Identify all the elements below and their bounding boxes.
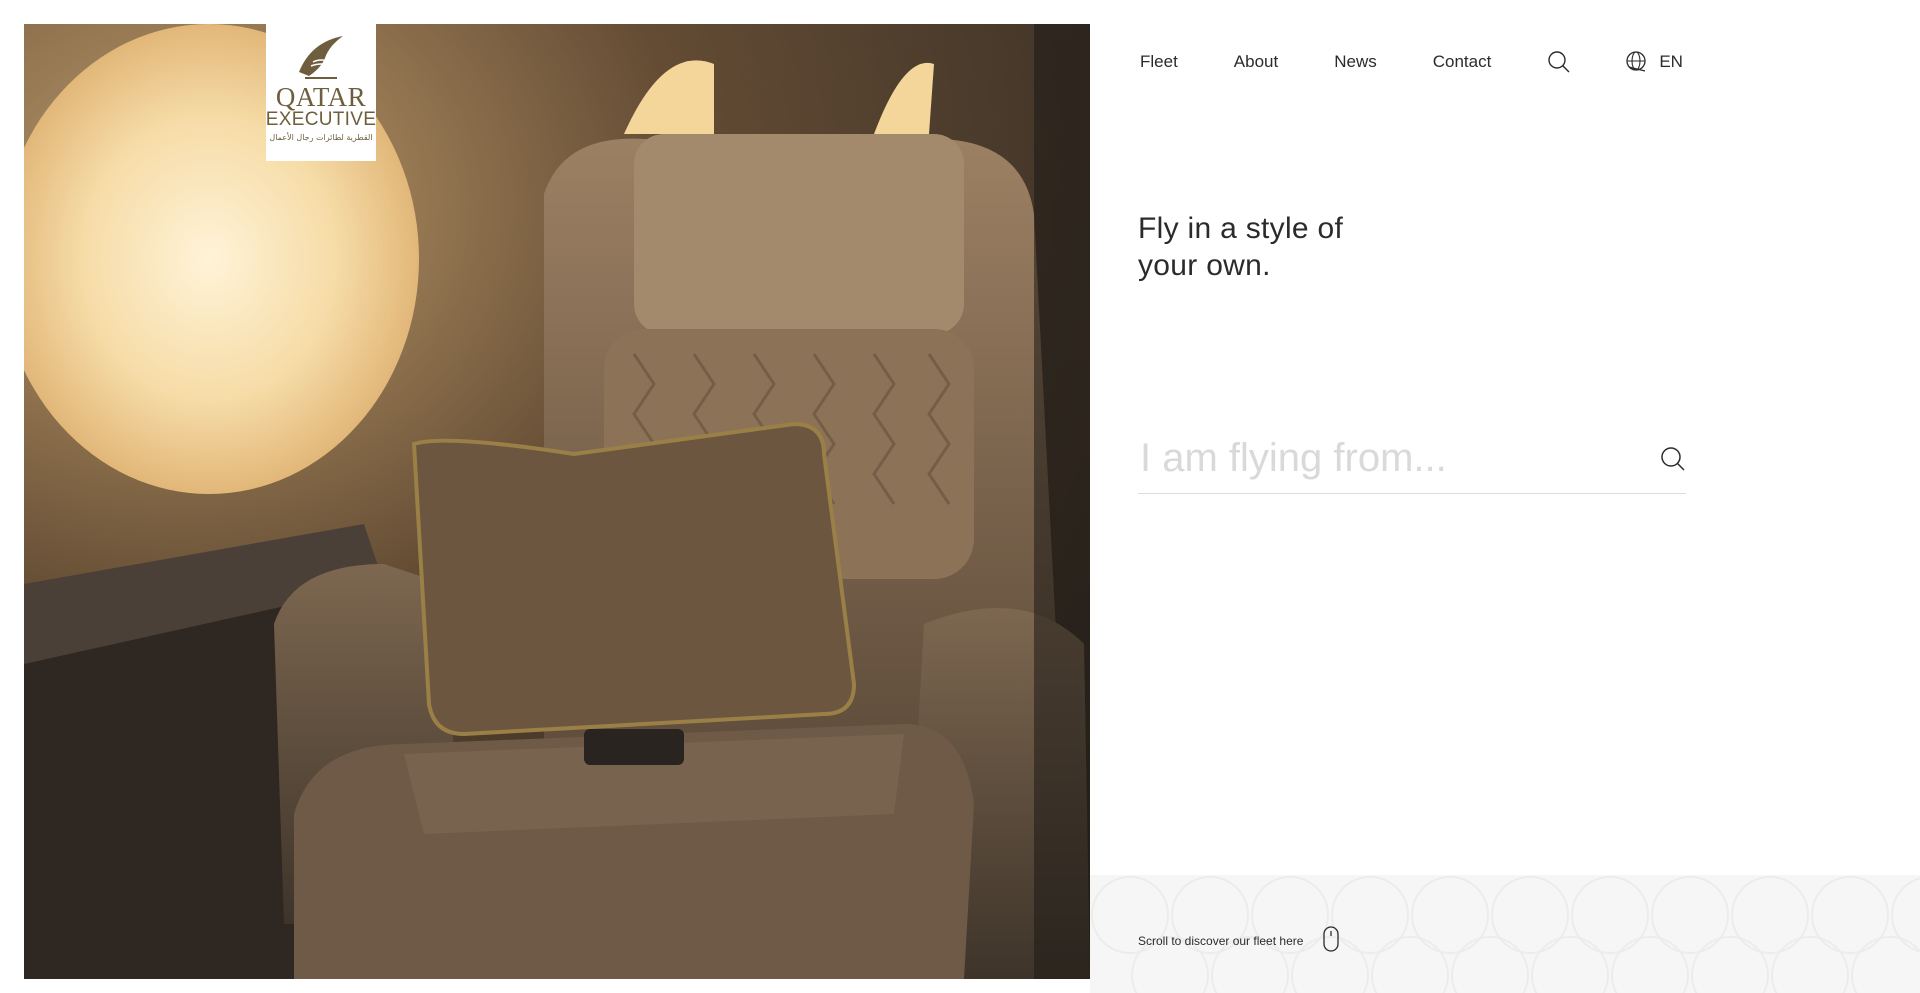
language-code: EN (1659, 52, 1683, 71)
cabin-seat-illustration (24, 24, 1090, 979)
nav-search-button[interactable] (1547, 50, 1571, 74)
logo-name-line2: EXECUTIVE (265, 109, 377, 130)
hero-image (24, 24, 1090, 979)
departure-search-button[interactable] (1660, 446, 1686, 477)
logo-name-arabic: القطرية لطائرات رجال الأعمال (269, 133, 373, 142)
nav-item-contact[interactable]: Contact (1433, 52, 1492, 72)
brand-logo[interactable]: QATAR EXECUTIVE القطرية لطائرات رجال الأ… (266, 24, 376, 161)
logo-name-line1: QATAR (275, 82, 367, 112)
language-selector[interactable]: EN (1625, 50, 1683, 74)
mouse-icon (1323, 926, 1340, 955)
departure-input[interactable] (1138, 430, 1620, 486)
departure-search (1138, 430, 1686, 494)
nav-item-fleet[interactable]: Fleet (1140, 52, 1178, 72)
scroll-hint-label: Scroll to discover our fleet here (1138, 933, 1304, 948)
oryx-icon (299, 36, 343, 79)
globe-icon (1626, 51, 1646, 72)
page: QATAR EXECUTIVE القطرية لطائرات رجال الأ… (0, 0, 1920, 993)
search-icon (1661, 447, 1685, 471)
nav-item-about[interactable]: About (1234, 52, 1278, 72)
nav-item-news[interactable]: News (1334, 52, 1377, 72)
main-nav: Fleet About News Contact EN (1140, 50, 1683, 74)
hero-headline: Fly in a style of your own. (1138, 212, 1344, 282)
scroll-hint[interactable]: Scroll to discover our fleet here (1138, 926, 1340, 955)
search-icon (1548, 51, 1570, 73)
